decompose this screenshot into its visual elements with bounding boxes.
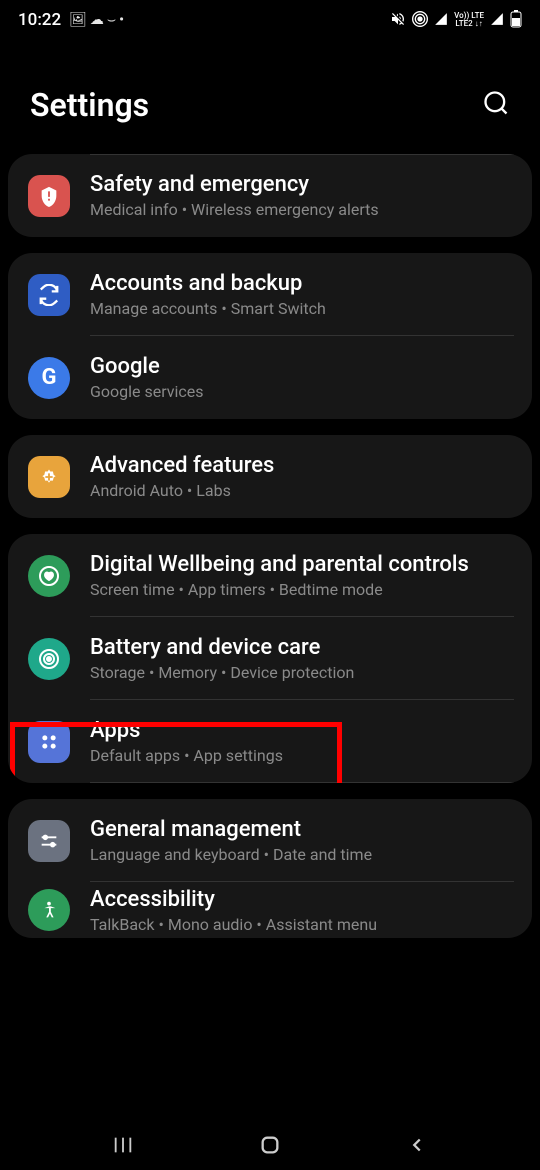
lte-indicator: Vo)) LTE LTE2 ↓↑	[454, 12, 484, 28]
back-button[interactable]	[404, 1132, 430, 1158]
item-title: Accessibility	[90, 887, 512, 912]
plus-gear-icon	[28, 456, 70, 498]
device-care-icon	[28, 638, 70, 680]
item-title: Apps	[90, 718, 512, 743]
item-title: Advanced features	[90, 453, 512, 478]
item-subtitle: Manage accounts • Smart Switch	[90, 299, 512, 318]
status-time: 10:22	[18, 10, 61, 30]
settings-group: Accounts and backup Manage accounts • Sm…	[8, 253, 532, 419]
signal-icon-2	[490, 12, 504, 29]
settings-item-accessibility[interactable]: Accessibility TalkBack • Mono audio • As…	[8, 882, 532, 938]
recents-icon	[112, 1134, 134, 1156]
header: Settings	[0, 36, 540, 154]
apps-grid-icon	[28, 721, 70, 763]
image-icon: 🖼	[69, 12, 87, 28]
settings-group: Digital Wellbeing and parental controls …	[8, 534, 532, 783]
status-bar: 10:22 🖼 ☁ ⌣ • Vo)) LTE LTE2 ↓↑	[0, 0, 540, 36]
item-subtitle: Android Auto • Labs	[90, 481, 512, 500]
search-icon	[482, 89, 510, 117]
heart-circle-icon	[28, 555, 70, 597]
settings-group: Safety and emergency Medical info • Wire…	[8, 154, 532, 237]
settings-item-accounts[interactable]: Accounts and backup Manage accounts • Sm…	[8, 253, 532, 336]
back-icon	[406, 1134, 428, 1156]
item-subtitle: Language and keyboard • Date and time	[90, 845, 512, 864]
item-subtitle: Storage • Memory • Device protection	[90, 663, 512, 682]
home-button[interactable]	[257, 1132, 283, 1158]
item-title: Battery and device care	[90, 635, 512, 660]
google-icon: G	[28, 357, 70, 399]
sliders-icon	[28, 820, 70, 862]
item-title: Digital Wellbeing and parental controls	[90, 552, 512, 577]
item-subtitle: Default apps • App settings	[90, 746, 512, 765]
settings-item-wellbeing[interactable]: Digital Wellbeing and parental controls …	[8, 534, 532, 617]
item-subtitle: TalkBack • Mono audio • Assistant menu	[90, 915, 512, 934]
sync-icon	[28, 274, 70, 316]
settings-list[interactable]: Safety and emergency Medical info • Wire…	[0, 154, 540, 938]
settings-item-safety[interactable]: Safety and emergency Medical info • Wire…	[8, 154, 532, 237]
dot-icon: •	[119, 12, 124, 28]
status-notification-icons: 🖼 ☁ ⌣ •	[69, 12, 124, 28]
battery-icon	[510, 10, 522, 31]
item-subtitle: Google services	[90, 382, 512, 401]
settings-item-apps[interactable]: Apps Default apps • App settings	[8, 700, 532, 783]
status-right: Vo)) LTE LTE2 ↓↑	[390, 10, 522, 31]
more-icon: ⌣	[107, 12, 116, 28]
item-subtitle: Medical info • Wireless emergency alerts	[90, 200, 512, 219]
signal-icon-1	[434, 12, 448, 29]
recent-apps-button[interactable]	[110, 1132, 136, 1158]
status-left: 10:22 🖼 ☁ ⌣ •	[18, 10, 124, 30]
settings-group: General management Language and keyboard…	[8, 799, 532, 938]
mute-icon	[390, 11, 406, 30]
settings-item-advanced[interactable]: Advanced features Android Auto • Labs	[8, 435, 532, 518]
search-button[interactable]	[482, 89, 510, 121]
item-subtitle: Screen time • App timers • Bedtime mode	[90, 580, 512, 599]
navigation-bar	[0, 1120, 540, 1170]
settings-item-battery[interactable]: Battery and device care Storage • Memory…	[8, 617, 532, 700]
settings-item-google[interactable]: G Google Google services	[8, 336, 532, 419]
item-title: Accounts and backup	[90, 271, 512, 296]
settings-item-general[interactable]: General management Language and keyboard…	[8, 799, 532, 882]
emergency-icon	[28, 175, 70, 217]
page-title: Settings	[30, 86, 149, 124]
item-title: General management	[90, 817, 512, 842]
accessibility-icon	[28, 889, 70, 931]
settings-group: Advanced features Android Auto • Labs	[8, 435, 532, 518]
home-icon	[259, 1134, 281, 1156]
item-title: Google	[90, 354, 512, 379]
hotspot-icon	[412, 11, 428, 30]
item-title: Safety and emergency	[90, 172, 512, 197]
cloud-icon: ☁	[90, 12, 104, 28]
